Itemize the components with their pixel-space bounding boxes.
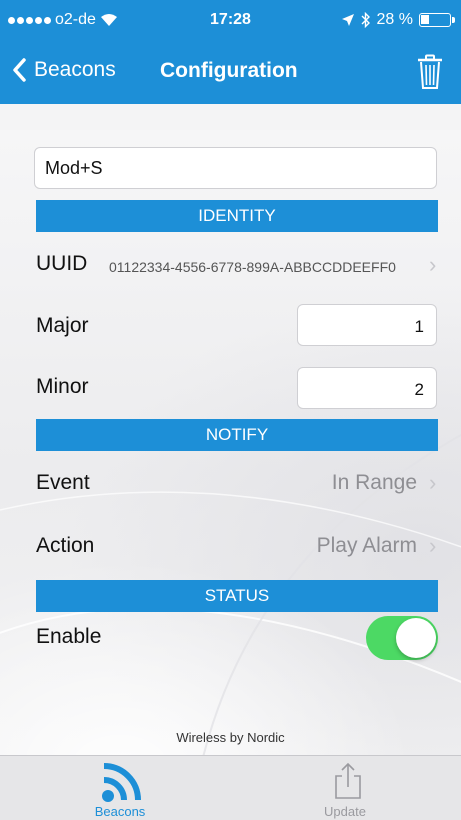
status-right: 28 % — [341, 11, 455, 29]
major-label: Major — [36, 314, 89, 337]
tab-beacons[interactable]: Beacons — [5, 756, 235, 820]
bluetooth-icon — [361, 12, 370, 28]
beacon-signal-icon — [102, 763, 141, 802]
toggle-knob — [396, 618, 436, 658]
tab-beacons-label: Beacons — [94, 804, 146, 819]
major-input[interactable]: 1 — [297, 304, 437, 346]
uuid-label: UUID — [36, 252, 88, 275]
minor-label: Minor — [36, 375, 89, 398]
battery-percent: 28 % — [376, 11, 413, 28]
event-value[interactable]: In Range — [332, 471, 417, 495]
page-title: Configuration — [160, 59, 298, 82]
action-chevron-icon: › — [429, 533, 437, 558]
uuid-value[interactable]: 01122334-4556-6778-899A-ABBCCDDEEFF0 — [109, 259, 396, 275]
status-bar: o2-de 17:28 28 % — [0, 0, 461, 40]
chevron-left-icon — [13, 58, 26, 82]
trash-icon — [418, 54, 442, 89]
back-button[interactable]: Beacons — [12, 58, 116, 82]
tab-update-label: Update — [324, 804, 366, 819]
tab-bar: Beacons Update — [0, 755, 461, 820]
section-header-status: STATUS — [36, 580, 438, 612]
section-header-identity: IDENTITY — [36, 200, 438, 232]
tab-update[interactable]: Update — [230, 756, 460, 820]
enable-label: Enable — [36, 625, 102, 648]
beacon-name-input[interactable]: Mod+S — [34, 147, 437, 189]
share-upload-icon — [335, 762, 361, 799]
action-value[interactable]: Play Alarm — [317, 534, 417, 558]
back-label: Beacons — [34, 58, 116, 81]
navigation-bar: Beacons Configuration — [0, 40, 461, 104]
location-arrow-icon — [341, 14, 354, 26]
enable-toggle[interactable] — [366, 616, 438, 660]
event-label: Event — [36, 471, 90, 494]
event-chevron-icon: › — [429, 470, 437, 495]
uuid-chevron-icon: › — [429, 252, 437, 277]
action-label: Action — [36, 534, 95, 557]
footer-credit: Wireless by Nordic — [176, 730, 285, 745]
minor-input[interactable]: 2 — [297, 367, 437, 409]
configuration-form: Mod+S IDENTITY UUID 01122334-4556-6778-8… — [0, 104, 461, 755]
section-header-notify: NOTIFY — [36, 419, 438, 451]
delete-button[interactable] — [417, 54, 443, 95]
battery-icon — [419, 13, 455, 27]
